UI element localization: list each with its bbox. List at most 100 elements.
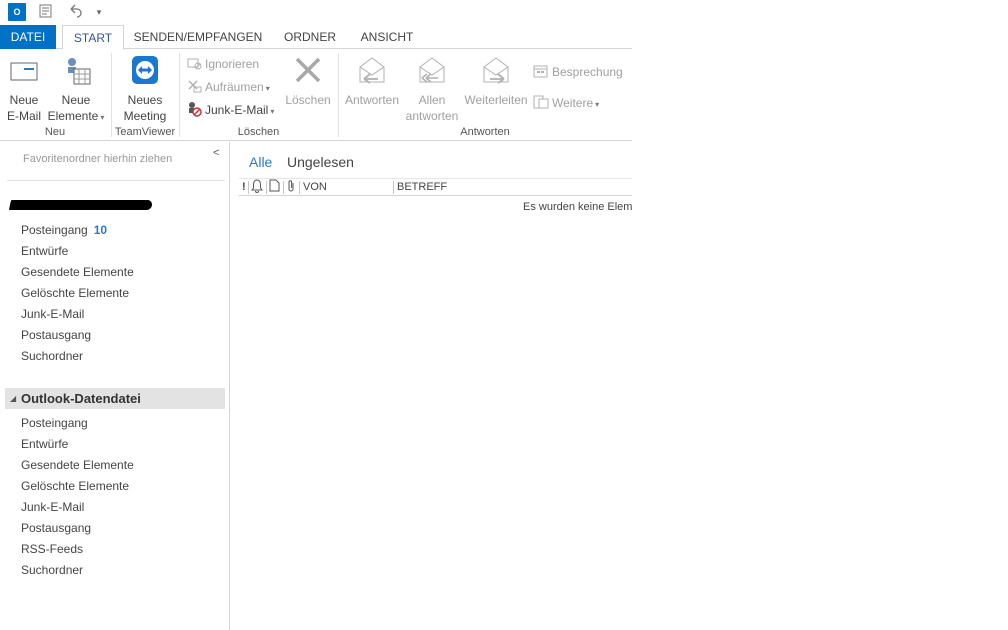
- attachment-icon[interactable]: [286, 179, 296, 196]
- ribbon-separator: [338, 53, 339, 137]
- message-list: Alle Ungelesen ! VON BETREFF Es wurden k…: [231, 142, 632, 630]
- junk-email-label: Junk-E-Mail: [205, 103, 269, 117]
- tab-file[interactable]: DATEI: [0, 25, 56, 49]
- folder-inbox[interactable]: Posteingang 10: [21, 221, 107, 239]
- folder-search[interactable]: Suchordner: [21, 561, 83, 579]
- reply-all-button[interactable]: Allen antworten: [403, 55, 461, 124]
- folder-sent[interactable]: Gesendete Elemente: [21, 456, 134, 474]
- folder-label: Posteingang: [21, 223, 88, 237]
- ignore-icon: [186, 55, 202, 71]
- new-email-icon: [8, 55, 40, 87]
- filter-all[interactable]: Alle: [249, 152, 272, 172]
- undo-icon[interactable]: [66, 3, 84, 21]
- collapse-pane-icon[interactable]: <: [213, 147, 219, 159]
- nav-divider: [7, 180, 225, 181]
- chevron-down-icon: ▾: [595, 100, 600, 109]
- more-label: Weitere: [552, 96, 594, 110]
- folder-outbox[interactable]: Postausgang: [21, 326, 91, 344]
- chevron-down-icon: ▾: [265, 84, 270, 93]
- folder-search[interactable]: Suchordner: [21, 347, 83, 365]
- forward-button[interactable]: Weiterleiten: [463, 55, 529, 108]
- meeting-reply-button[interactable]: Besprechung: [533, 62, 623, 82]
- teamviewer-icon: [129, 55, 161, 87]
- tab-folder[interactable]: ORDNER: [278, 25, 342, 49]
- folder-inbox[interactable]: Posteingang: [21, 414, 88, 432]
- more-icon: [533, 94, 549, 110]
- reply-all-icon: [416, 55, 448, 87]
- folder-outbox[interactable]: Postausgang: [21, 519, 91, 537]
- ribbon: Neue E-Mail Neue Elemente ▾ Neu Neues Mee…: [0, 49, 632, 141]
- new-email-button[interactable]: Neue E-Mail: [5, 55, 43, 124]
- new-email-label-1: Neue: [9, 93, 39, 107]
- message-list-header: ! VON BETREFF: [239, 178, 632, 196]
- folder-junk[interactable]: Junk-E-Mail: [21, 305, 84, 323]
- item-type-icon[interactable]: [269, 179, 280, 196]
- new-meeting-label-2: Meeting: [123, 109, 167, 123]
- reply-button[interactable]: Antworten: [342, 55, 402, 108]
- chevron-down-icon: ▾: [270, 107, 275, 116]
- expand-triangle-icon[interactable]: ◢: [10, 388, 16, 409]
- ribbon-separator: [111, 53, 112, 137]
- ignore-button[interactable]: Ignorieren: [186, 54, 259, 74]
- favorites-drop-hint: Favoritenordner hierhin ziehen: [23, 153, 173, 165]
- ribbon-separator: [179, 53, 180, 137]
- group-label-delete: Löschen: [237, 126, 280, 138]
- ribbon-tabs: DATEI START SENDEN/EMPFANGEN ORDNER ANSI…: [0, 25, 632, 50]
- new-email-label-2: E-Mail: [6, 109, 41, 123]
- group-label-respond: Antworten: [460, 126, 510, 138]
- chevron-down-icon: ▾: [100, 113, 105, 122]
- datafile-header[interactable]: ◢ Outlook-Datendatei: [5, 388, 225, 409]
- col-from[interactable]: VON: [303, 179, 327, 196]
- customize-qat-icon[interactable]: ▾: [90, 3, 108, 21]
- forward-label: Weiterleiten: [464, 93, 528, 107]
- delete-x-icon: [292, 55, 324, 87]
- cleanup-label: Aufräumen: [205, 80, 264, 94]
- empty-list-message: Es wurden keine Elem: [523, 201, 632, 213]
- folder-deleted[interactable]: Gelöschte Elemente: [21, 477, 129, 495]
- outlook-logo-icon: O: [8, 3, 26, 21]
- meeting-label: Besprechung: [552, 65, 623, 79]
- junk-email-button[interactable]: Junk-E-Mail ▾: [186, 100, 274, 120]
- reply-label: Antworten: [344, 93, 400, 107]
- reply-icon: [356, 55, 388, 87]
- folder-sent[interactable]: Gesendete Elemente: [21, 263, 134, 281]
- datafile-title: Outlook-Datendatei: [21, 391, 141, 406]
- col-separator: [299, 181, 300, 194]
- col-separator: [283, 181, 284, 194]
- ignore-label: Ignorieren: [205, 57, 260, 71]
- new-items-icon: [60, 55, 92, 87]
- new-items-button[interactable]: Neue Elemente ▾: [46, 55, 106, 126]
- junk-icon: [186, 101, 202, 117]
- redacted-account-name[interactable]: [8, 200, 154, 210]
- new-meeting-button[interactable]: Neues Meeting: [118, 55, 172, 124]
- quick-access-toolbar: O ▾: [0, 0, 632, 24]
- new-items-label-2: Elemente: [47, 109, 99, 123]
- group-label-teamviewer: TeamViewer: [114, 126, 176, 138]
- col-separator: [248, 181, 249, 194]
- folder-junk[interactable]: Junk-E-Mail: [21, 498, 84, 516]
- col-separator: [393, 181, 394, 194]
- filter-unread[interactable]: Ungelesen: [287, 152, 354, 172]
- cleanup-icon: [186, 78, 202, 94]
- calendar-icon: [533, 63, 549, 79]
- new-meeting-label-1: Neues: [127, 93, 163, 107]
- group-label-new: Neu: [44, 126, 66, 138]
- cleanup-button[interactable]: Aufräumen ▾: [186, 77, 270, 97]
- reminder-bell-icon[interactable]: [251, 179, 263, 196]
- folder-drafts[interactable]: Entwürfe: [21, 435, 68, 453]
- more-respond-button[interactable]: Weitere ▾: [533, 93, 599, 113]
- tab-view[interactable]: ANSICHT: [354, 25, 420, 49]
- tab-send-receive[interactable]: SENDEN/EMPFANGEN: [130, 25, 266, 49]
- send-receive-all-icon[interactable]: [37, 3, 55, 21]
- col-subject[interactable]: BETREFF: [397, 179, 447, 196]
- tab-start[interactable]: START: [62, 25, 124, 50]
- reply-all-label-2: antworten: [405, 109, 459, 123]
- delete-label: Löschen: [285, 93, 331, 107]
- delete-button[interactable]: Löschen: [284, 55, 332, 108]
- col-importance[interactable]: !: [242, 179, 246, 196]
- folder-deleted[interactable]: Gelöschte Elemente: [21, 284, 129, 302]
- forward-icon: [480, 55, 512, 87]
- folder-drafts[interactable]: Entwürfe: [21, 242, 68, 260]
- col-separator: [266, 181, 267, 194]
- folder-rss[interactable]: RSS-Feeds: [21, 540, 83, 558]
